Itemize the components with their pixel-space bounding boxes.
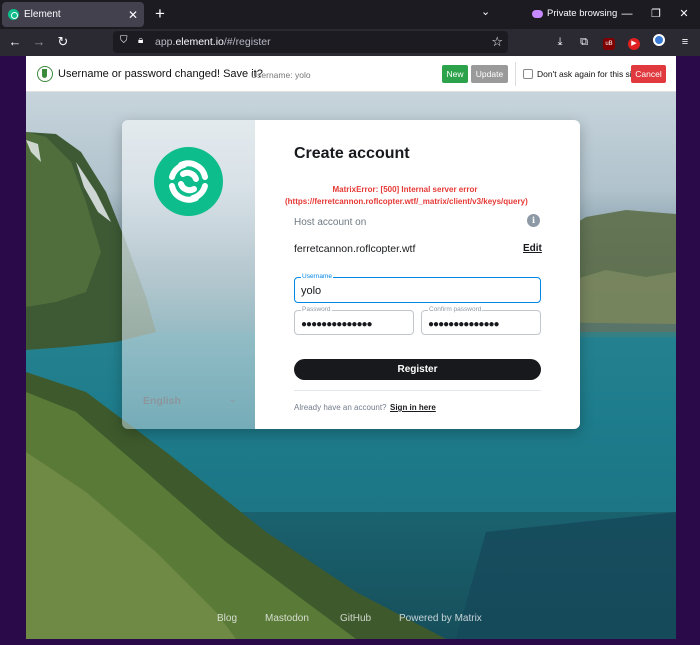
footer-powered-by-link[interactable]: Powered by Matrix [399, 613, 482, 624]
host-server-name: ferretcannon.roflcopter.wtf [294, 243, 416, 255]
browser-tab-bar: Element ✕ + ⌄ Private browsing — ❐ ✕ [0, 0, 700, 29]
form-divider [294, 390, 541, 391]
account-extension-icon[interactable] [651, 34, 667, 50]
save-prompt-username-value: yolo [295, 70, 311, 80]
info-icon[interactable]: i [527, 214, 540, 227]
restore-icon[interactable]: ❐ [646, 5, 666, 23]
footer-blog-link[interactable]: Blog [217, 613, 237, 624]
password-field-label: Password [301, 306, 332, 313]
private-browsing-indicator: Private browsing [532, 8, 617, 19]
close-window-icon[interactable]: ✕ [674, 5, 694, 23]
menu-hamburger-icon[interactable]: ≡ [677, 34, 693, 50]
confirm-password-field-label: Confirm password [428, 306, 483, 313]
signin-question: Already have an account? [294, 403, 387, 412]
chevron-down-icon[interactable]: ⌄ [229, 394, 237, 405]
password-field[interactable]: Password ●●●●●●●●●●●●●● [294, 306, 414, 335]
register-card: English ⌄ Create account MatrixError: [5… [122, 120, 580, 429]
browser-tab[interactable]: Element ✕ [2, 2, 144, 27]
page-title: Create account [294, 145, 410, 162]
register-button[interactable]: Register [294, 359, 541, 380]
private-mask-icon [532, 9, 543, 18]
register-form: Create account MatrixError: [500] Intern… [255, 120, 580, 429]
element-favicon-icon [8, 9, 19, 20]
card-side-panel: English ⌄ [122, 120, 255, 429]
save-new-button[interactable]: New [442, 65, 468, 83]
edit-server-link[interactable]: Edit [523, 243, 542, 254]
new-tab-button[interactable]: + [150, 4, 170, 24]
username-field-label: Username [301, 273, 333, 280]
save-prompt-username-label: Username: [251, 70, 293, 80]
save-update-button[interactable]: Update [471, 65, 508, 83]
bookmark-star-icon[interactable]: ☆ [491, 34, 503, 50]
downloads-icon[interactable]: ⤓ [552, 34, 568, 50]
tab-title: Element [24, 9, 61, 20]
minimize-icon[interactable]: — [617, 5, 637, 23]
reload-icon[interactable]: ↻ [54, 33, 72, 51]
save-cancel-button[interactable]: Cancel [631, 65, 666, 83]
lock-icon[interactable]: 🔒︎ [138, 35, 143, 46]
element-logo-icon [154, 147, 223, 216]
footer-github-link[interactable]: GitHub [340, 613, 371, 624]
browser-nav-bar: ← → ↻ ⛉ 🔒︎ app.element.io/#/register ☆ ⤓… [0, 29, 700, 56]
tab-close-icon[interactable]: ✕ [128, 8, 138, 22]
signin-link[interactable]: Sign in here [390, 403, 436, 412]
password-save-bar: Username or password changed! Save it? U… [26, 56, 676, 92]
url-text[interactable]: app.element.io/#/register [155, 36, 271, 48]
dont-ask-label[interactable]: Don't ask again for this site [537, 69, 639, 79]
extensions-icon[interactable]: ⧉ [576, 34, 592, 50]
footer-mastodon-link[interactable]: Mastodon [265, 613, 309, 624]
back-arrow-icon[interactable]: ← [6, 33, 24, 51]
page-viewport: Username or password changed! Save it? U… [26, 56, 676, 639]
confirm-password-field-value[interactable]: ●●●●●●●●●●●●●● [428, 319, 500, 330]
username-field[interactable]: Username yolo [294, 273, 541, 303]
private-browsing-label: Private browsing [547, 8, 618, 19]
confirm-password-field[interactable]: Confirm password ●●●●●●●●●●●●●● [421, 306, 541, 335]
forward-arrow-icon[interactable]: → [30, 33, 48, 51]
ublock-icon[interactable]: uB [601, 34, 617, 50]
url-bar[interactable]: ⛉ 🔒︎ app.element.io/#/register ☆ [113, 31, 508, 53]
dont-ask-checkbox[interactable] [523, 69, 533, 79]
video-downloader-icon[interactable]: ▶ [626, 34, 642, 50]
list-all-tabs-icon[interactable]: ⌄ [481, 5, 490, 18]
password-field-value[interactable]: ●●●●●●●●●●●●●● [301, 319, 373, 330]
save-bar-divider [515, 62, 516, 86]
language-selector[interactable]: English [143, 395, 181, 407]
save-prompt-message: Username or password changed! Save it? [58, 68, 263, 80]
username-field-value[interactable]: yolo [301, 285, 321, 297]
host-account-label: Host account on [294, 217, 367, 228]
tracking-shield-icon[interactable]: ⛉ [120, 35, 128, 46]
error-message: MatrixError: [500] Internal server error… [285, 185, 528, 206]
key-save-icon [37, 66, 53, 82]
